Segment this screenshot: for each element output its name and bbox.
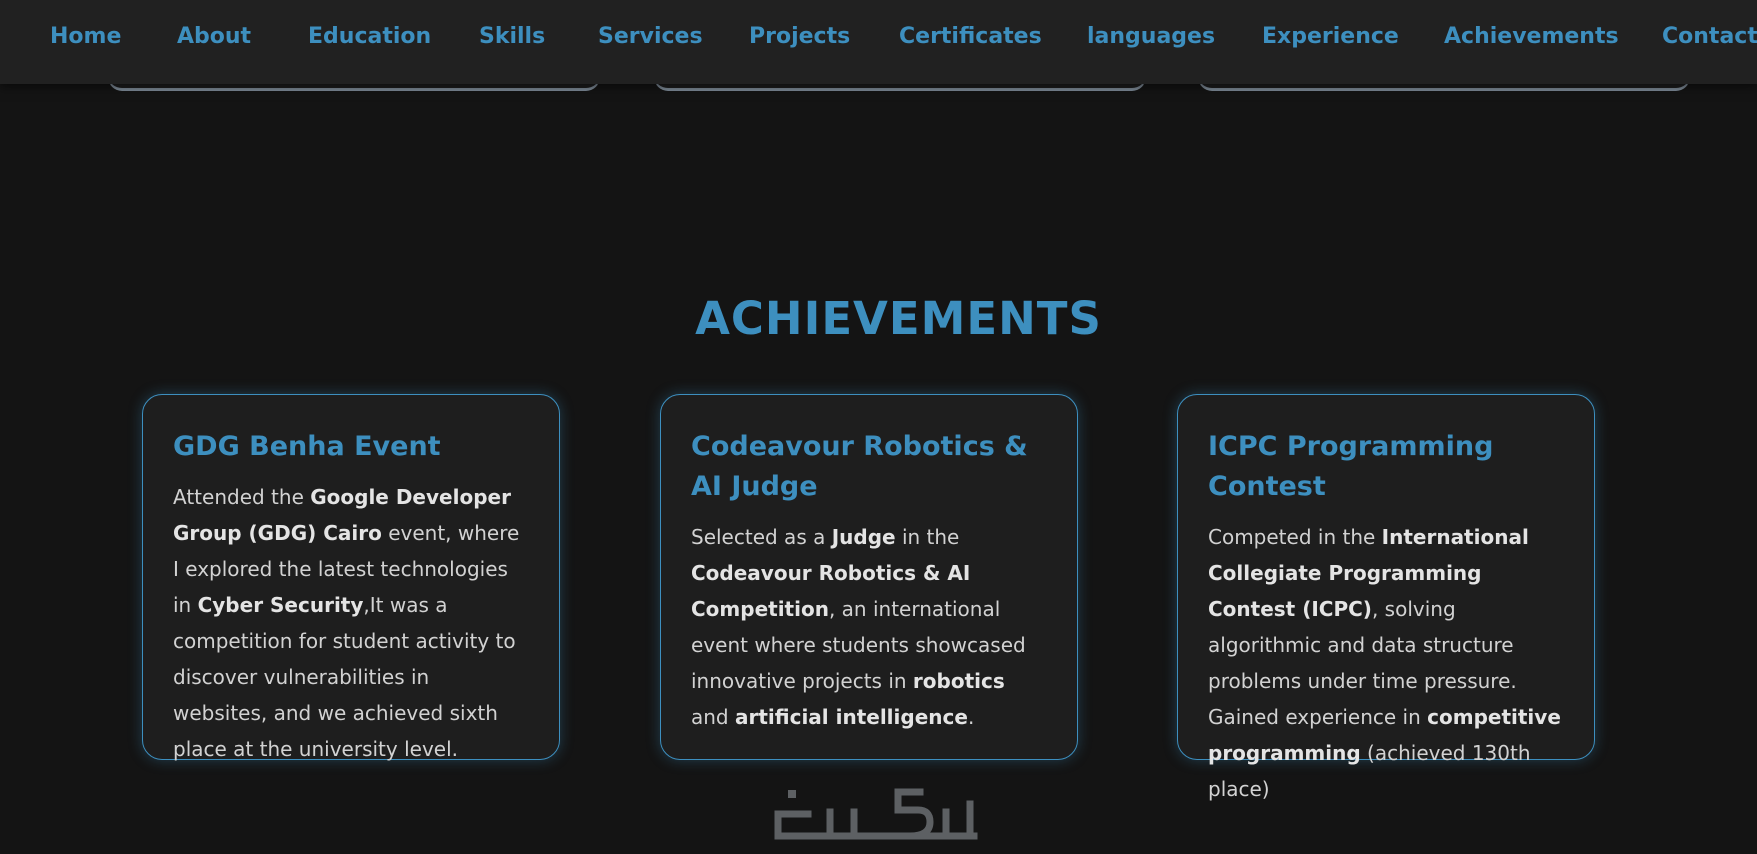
portfolio-page: Home About Education Skills Services Pro… — [0, 0, 1757, 854]
achievement-card-description: Selected as a Judge in the Codeavour Rob… — [691, 525, 1026, 729]
achievement-card-description: Attended the Google Developer Group (GDG… — [173, 485, 520, 761]
nav-link-achievements[interactable]: Achievements — [1444, 0, 1619, 74]
achievement-card-icpc: ICPC Programming Contest Competed in the… — [1177, 394, 1595, 801]
nav-link-about[interactable]: About — [177, 0, 251, 74]
top-navbar: Home About Education Skills Services Pro… — [0, 0, 1757, 84]
khamsat-logo-icon — [774, 788, 978, 840]
achievement-card-title: ICPC Programming Contest — [1208, 431, 1494, 502]
nav-link-languages[interactable]: languages — [1087, 0, 1215, 74]
achievement-card-gdg: GDG Benha Event Attended the Google Deve… — [142, 394, 560, 761]
nav-link-projects[interactable]: Projects — [749, 0, 850, 74]
nav-link-skills[interactable]: Skills — [479, 0, 545, 74]
nav-link-home[interactable]: Home — [50, 0, 121, 74]
achievement-card-description: Competed in the International Collegiate… — [1208, 525, 1561, 801]
achievement-card-codeavour: Codeavour Robotics & AI Judge Selected a… — [660, 394, 1078, 760]
section-title: ACHIEVEMENTS — [695, 292, 1102, 345]
nav-link-services[interactable]: Services — [598, 0, 703, 74]
nav-link-certificates[interactable]: Certificates — [899, 0, 1042, 74]
achievement-card-title: GDG Benha Event — [173, 431, 441, 462]
achievement-card-title: Codeavour Robotics & AI Judge — [691, 431, 1028, 502]
nav-link-experience[interactable]: Experience — [1262, 0, 1399, 74]
nav-link-contact[interactable]: Contact — [1662, 0, 1757, 74]
nav-link-education[interactable]: Education — [308, 0, 431, 74]
